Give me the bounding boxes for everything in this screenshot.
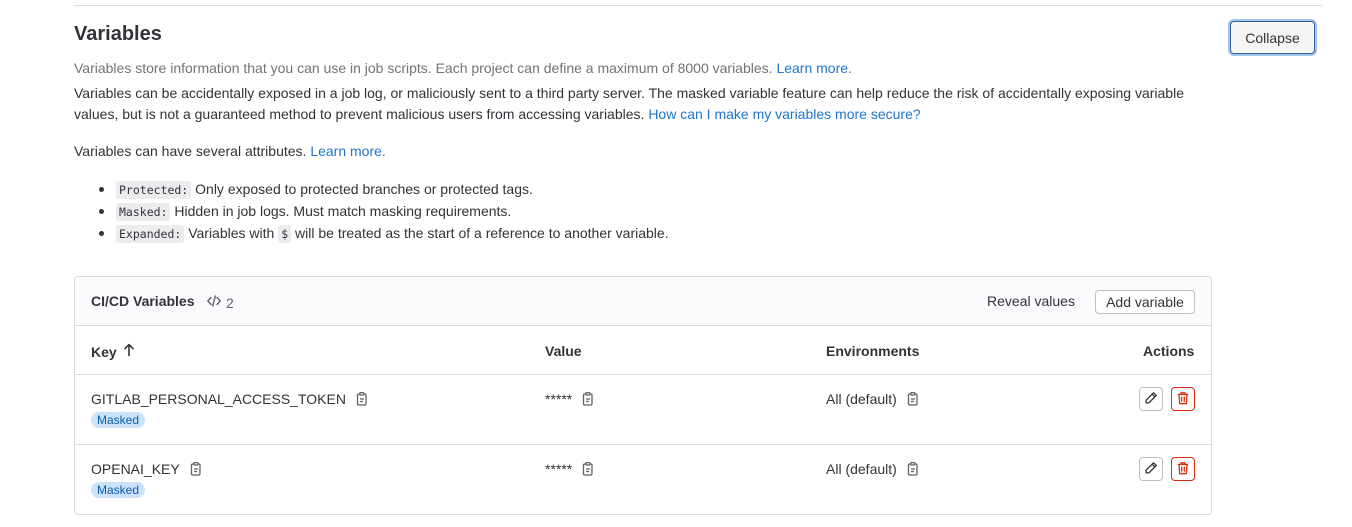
code-icon bbox=[206, 293, 222, 312]
column-key-label: Key bbox=[91, 343, 117, 360]
copy-icon[interactable] bbox=[188, 461, 204, 477]
key-cell: OPENAI_KEY bbox=[91, 461, 204, 477]
learn-more-link[interactable]: Learn more. bbox=[776, 60, 851, 76]
table-row: OPENAI_KEY Masked ***** All (default) bbox=[75, 445, 1211, 514]
add-variable-button[interactable]: Add variable bbox=[1095, 290, 1195, 314]
attributes-text: Variables can have several attributes. bbox=[74, 143, 307, 159]
attribute-text: Only exposed to protected branches or pr… bbox=[195, 181, 533, 197]
security-warning: Variables can be accidentally exposed in… bbox=[74, 83, 1224, 125]
variable-key: GITLAB_PERSONAL_ACCESS_TOKEN bbox=[91, 391, 346, 407]
section-title: Variables bbox=[74, 23, 162, 45]
value-cell: ***** bbox=[545, 461, 596, 477]
environment-cell: All (default) bbox=[826, 391, 921, 407]
edit-button[interactable] bbox=[1139, 387, 1163, 411]
trash-icon bbox=[1176, 461, 1190, 478]
masked-badge: Masked bbox=[91, 482, 146, 498]
attribute-code: Expanded: bbox=[116, 225, 185, 243]
variable-count: 2 bbox=[206, 293, 234, 312]
collapse-button[interactable]: Collapse bbox=[1230, 21, 1315, 54]
pencil-icon bbox=[1144, 461, 1158, 478]
variables-card: CI/CD Variables 2 Reveal values Add vari… bbox=[74, 276, 1212, 515]
variable-value: ***** bbox=[545, 391, 573, 407]
variable-value: ***** bbox=[545, 461, 573, 477]
secure-variables-link[interactable]: How can I make my variables more secure? bbox=[648, 106, 920, 122]
edit-button[interactable] bbox=[1139, 457, 1163, 481]
attribute-code: Protected: bbox=[116, 181, 192, 199]
arrow-up-icon bbox=[123, 343, 135, 360]
attribute-protected: Protected: Only exposed to protected bra… bbox=[96, 178, 669, 200]
bullet bbox=[99, 187, 104, 192]
dollar-code: $ bbox=[278, 225, 292, 243]
table-row: GITLAB_PERSONAL_ACCESS_TOKEN Masked ****… bbox=[75, 375, 1211, 445]
reveal-values-toggle[interactable]: Reveal values bbox=[987, 293, 1075, 309]
masked-badge: Masked bbox=[91, 412, 146, 428]
warning-text: Variables can be accidentally exposed in… bbox=[74, 85, 1184, 122]
copy-icon[interactable] bbox=[905, 461, 921, 477]
column-actions: Actions bbox=[1143, 343, 1195, 359]
section-subtitle: Variables store information that you can… bbox=[74, 60, 852, 76]
variable-environment: All (default) bbox=[826, 461, 897, 477]
card-header: CI/CD Variables 2 Reveal values Add vari… bbox=[75, 277, 1211, 326]
key-cell: GITLAB_PERSONAL_ACCESS_TOKEN bbox=[91, 391, 370, 407]
subtitle-text: Variables store information that you can… bbox=[74, 60, 773, 76]
column-value: Value bbox=[545, 343, 582, 359]
copy-icon[interactable] bbox=[580, 461, 596, 477]
variable-environment: All (default) bbox=[826, 391, 897, 407]
attribute-text-after: will be treated as the start of a refere… bbox=[295, 225, 669, 241]
copy-icon[interactable] bbox=[354, 391, 370, 407]
environment-cell: All (default) bbox=[826, 461, 921, 477]
attribute-text: Hidden in job logs. Must match masking r… bbox=[174, 203, 512, 219]
value-cell: ***** bbox=[545, 391, 596, 407]
section-divider bbox=[74, 5, 1322, 6]
delete-button[interactable] bbox=[1171, 457, 1195, 481]
attribute-expanded: Expanded: Variables with $ will be treat… bbox=[96, 222, 669, 244]
column-key[interactable]: Key bbox=[91, 343, 135, 360]
column-environments: Environments bbox=[826, 343, 920, 359]
delete-button[interactable] bbox=[1171, 387, 1195, 411]
attributes-list: Protected: Only exposed to protected bra… bbox=[96, 178, 669, 244]
trash-icon bbox=[1176, 391, 1190, 408]
copy-icon[interactable] bbox=[580, 391, 596, 407]
attribute-code: Masked: bbox=[116, 203, 171, 221]
table-header: Key Value Environments Actions bbox=[75, 326, 1211, 375]
attributes-intro: Variables can have several attributes. L… bbox=[74, 141, 1224, 162]
bullet bbox=[99, 231, 104, 236]
card-title: CI/CD Variables bbox=[91, 293, 195, 309]
variable-key: OPENAI_KEY bbox=[91, 461, 180, 477]
pencil-icon bbox=[1144, 391, 1158, 408]
attribute-text-before: Variables with bbox=[188, 225, 275, 241]
copy-icon[interactable] bbox=[905, 391, 921, 407]
bullet bbox=[99, 209, 104, 214]
count-value: 2 bbox=[226, 294, 234, 311]
attributes-learn-more-link[interactable]: Learn more. bbox=[310, 143, 385, 159]
attribute-masked: Masked: Hidden in job logs. Must match m… bbox=[96, 200, 669, 222]
